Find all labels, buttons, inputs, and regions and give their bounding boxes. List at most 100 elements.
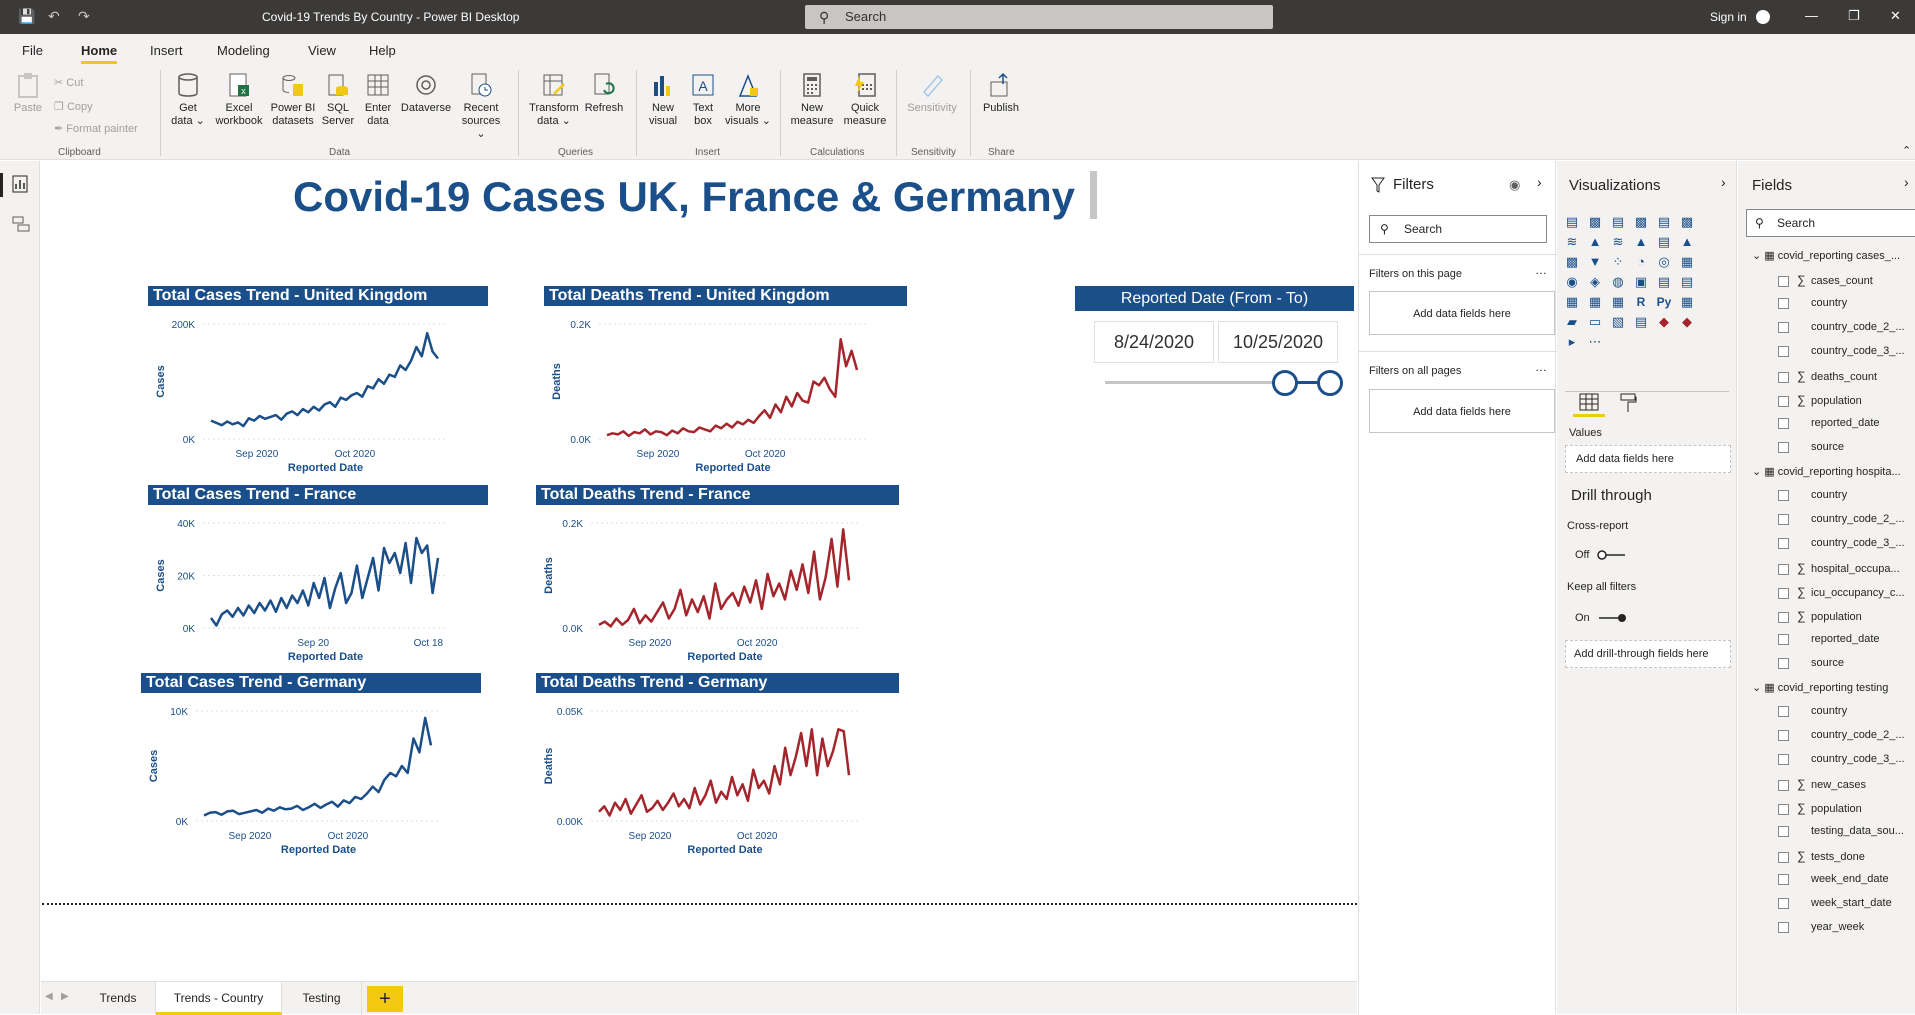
visual-100-bar-icon[interactable]: ▤ xyxy=(1655,214,1673,230)
field-checkbox[interactable] xyxy=(1778,395,1789,407)
visual-stacked-column-icon[interactable]: ▩ xyxy=(1586,214,1604,230)
visual-decomposition-icon[interactable]: ▰ xyxy=(1563,314,1581,330)
sign-in-link[interactable]: Sign in xyxy=(1710,10,1747,24)
restore-icon[interactable]: ❐ xyxy=(1848,8,1860,24)
visual-100-column-icon[interactable]: ▩ xyxy=(1678,214,1696,230)
field-item[interactable]: ∑ population xyxy=(1778,393,1862,407)
field-item[interactable]: ∑ new_cases xyxy=(1778,777,1866,791)
visual-qa-icon[interactable]: ▭ xyxy=(1586,314,1604,330)
collapse-ribbon-icon[interactable]: ⌃ xyxy=(1902,144,1911,157)
chevron-right-icon[interactable]: › xyxy=(1721,174,1726,190)
visual-line-icon[interactable]: ≋ xyxy=(1563,234,1581,250)
menu-modeling[interactable]: Modeling xyxy=(217,43,270,58)
menu-insert[interactable]: Insert xyxy=(150,43,183,58)
chart-france-deaths[interactable]: Total Deaths Trend - France 0.2K 0.0K Sep … xyxy=(536,485,899,670)
field-checkbox[interactable] xyxy=(1778,897,1789,909)
chart-uk-cases[interactable]: Total Cases Trend - United Kingdom 200K 0… xyxy=(148,286,488,481)
more-visuals-button[interactable]: More visuals ⌄ xyxy=(724,72,772,128)
field-item[interactable]: ∑ population xyxy=(1778,609,1862,623)
menu-file[interactable]: File xyxy=(22,43,43,58)
drill-through-drop-zone[interactable]: Add drill-through fields here xyxy=(1565,640,1731,668)
values-drop-zone[interactable]: Add data fields here xyxy=(1565,445,1731,473)
filters-search-input[interactable]: ⚲ Search xyxy=(1369,215,1547,243)
field-checkbox[interactable] xyxy=(1778,417,1789,429)
field-checkbox[interactable] xyxy=(1778,513,1789,525)
eye-icon[interactable]: ◉ xyxy=(1509,177,1520,193)
field-item[interactable]: year_week xyxy=(1778,921,1864,933)
visual-clustered-bar-icon[interactable]: ▤ xyxy=(1609,214,1627,230)
field-item[interactable]: country xyxy=(1778,297,1847,309)
field-checkbox[interactable] xyxy=(1778,873,1789,885)
field-checkbox[interactable] xyxy=(1778,489,1789,501)
field-checkbox[interactable] xyxy=(1778,321,1789,333)
visual-smart-narrative-icon[interactable]: ▧ xyxy=(1609,314,1627,330)
visual-treemap-icon[interactable]: ▦ xyxy=(1678,254,1696,270)
text-box-button[interactable]: A Text box xyxy=(686,72,720,128)
enter-data-button[interactable]: Enter data xyxy=(360,72,396,128)
tab-trends-country[interactable]: Trends - Country xyxy=(156,982,282,1015)
sql-server-button[interactable]: SQL Server xyxy=(320,72,356,128)
field-checkbox[interactable] xyxy=(1778,297,1789,309)
field-checkbox[interactable] xyxy=(1778,371,1789,383)
field-item[interactable]: ∑ hospital_occupa... xyxy=(1778,561,1900,575)
date-range-start-handle[interactable] xyxy=(1272,370,1298,396)
field-table-header[interactable]: ⌄ ▦ covid_reporting hospita... xyxy=(1752,465,1901,478)
undo-icon[interactable]: ↶ xyxy=(48,8,60,25)
visual-more-icon[interactable]: ⋯ xyxy=(1586,334,1604,350)
global-search-input[interactable]: ⚲ Search xyxy=(805,5,1273,29)
more-options-icon[interactable]: … xyxy=(1535,360,1547,374)
field-checkbox[interactable] xyxy=(1778,779,1789,791)
visual-kpi-icon[interactable]: ▦ xyxy=(1563,294,1581,310)
publish-button[interactable]: Publish xyxy=(978,72,1024,115)
keep-filters-toggle[interactable] xyxy=(1597,613,1627,623)
visual-clustered-column-icon[interactable]: ▩ xyxy=(1632,214,1650,230)
new-visual-button[interactable]: New visual xyxy=(644,72,682,128)
excel-workbook-button[interactable]: x Excel workbook xyxy=(210,72,268,128)
fields-search-input[interactable]: ⚲ Search xyxy=(1746,209,1915,237)
visual-line-clustered-icon[interactable]: ▤ xyxy=(1655,234,1673,250)
visual-area-icon[interactable]: ▲ xyxy=(1586,234,1604,250)
visual-line-column-icon[interactable]: ▲ xyxy=(1632,234,1650,250)
visual-scatter-icon[interactable]: ⁘ xyxy=(1609,254,1627,270)
visual-card-icon[interactable]: ▤ xyxy=(1655,274,1673,290)
tab-scroll-arrows[interactable]: ◀ ▶ xyxy=(45,991,69,1002)
filters-all-drop-zone[interactable]: Add data fields here xyxy=(1369,389,1555,433)
cut-button[interactable]: ✂ Cut xyxy=(54,76,83,89)
tab-testing[interactable]: Testing xyxy=(282,982,362,1015)
new-measure-button[interactable]: New measure xyxy=(788,72,836,128)
visual-key-influencers-icon[interactable]: ▸ xyxy=(1563,334,1581,350)
field-item[interactable]: week_start_date xyxy=(1778,897,1892,909)
save-icon[interactable]: 💾 xyxy=(18,8,35,25)
field-item[interactable]: country xyxy=(1778,705,1847,717)
field-checkbox[interactable] xyxy=(1778,633,1789,645)
chart-germany-deaths[interactable]: Total Deaths Trend - Germany 0.05K 0.00K S… xyxy=(536,673,899,863)
data-view-icon[interactable] xyxy=(12,215,30,233)
sensitivity-button[interactable]: Sensitivity xyxy=(904,72,960,115)
field-checkbox[interactable] xyxy=(1778,705,1789,717)
field-checkbox[interactable] xyxy=(1778,275,1789,287)
visual-multirow-card-icon[interactable]: ▤ xyxy=(1678,274,1696,290)
add-page-button[interactable]: + xyxy=(367,986,403,1012)
visual-filled-map-icon[interactable]: ◈ xyxy=(1586,274,1604,290)
field-table-header[interactable]: ⌄ ▦ covid_reporting cases_... xyxy=(1752,249,1900,262)
report-view-icon[interactable] xyxy=(12,175,28,193)
transform-data-button[interactable]: Transform data ⌄ xyxy=(526,72,582,128)
field-checkbox[interactable] xyxy=(1778,803,1789,815)
date-range-end-handle[interactable] xyxy=(1317,370,1343,396)
field-item[interactable]: source xyxy=(1778,441,1844,453)
chevron-right-icon[interactable]: › xyxy=(1537,174,1542,190)
field-checkbox[interactable] xyxy=(1778,851,1789,863)
close-icon[interactable]: ✕ xyxy=(1890,8,1901,24)
date-to-input[interactable]: 10/25/2020 xyxy=(1218,321,1338,363)
field-checkbox[interactable] xyxy=(1778,587,1789,599)
visual-python-icon[interactable]: Py xyxy=(1655,294,1673,310)
fields-well-icon[interactable] xyxy=(1579,393,1599,411)
visual-map-icon[interactable]: ◉ xyxy=(1563,274,1581,290)
field-checkbox[interactable] xyxy=(1778,563,1789,575)
visual-slicer-icon[interactable]: ▦ xyxy=(1586,294,1604,310)
cross-report-toggle[interactable] xyxy=(1597,550,1627,560)
format-painter-button[interactable]: ✒ Format painter xyxy=(54,122,138,135)
field-item[interactable]: country xyxy=(1778,489,1847,501)
chart-uk-deaths[interactable]: Total Deaths Trend - United Kingdom 0.2K… xyxy=(544,286,907,481)
menu-home[interactable]: Home xyxy=(81,43,118,64)
